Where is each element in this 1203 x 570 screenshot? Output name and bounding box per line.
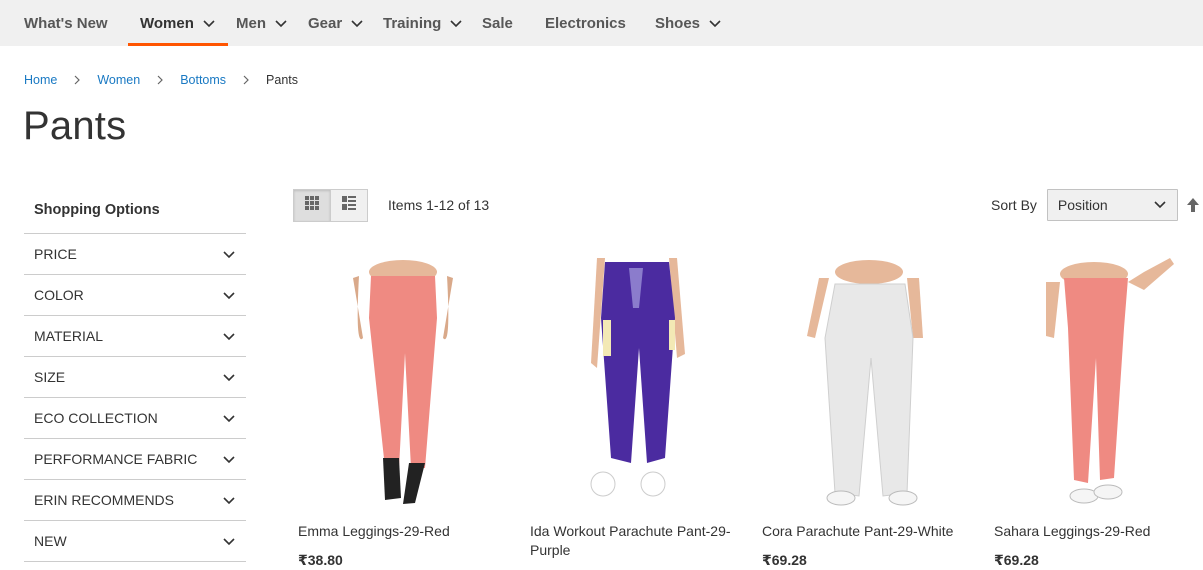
- filter-label: COLOR: [34, 287, 84, 303]
- nav-item-label: Women: [140, 14, 194, 32]
- product-image[interactable]: [525, 258, 749, 508]
- nav-item-whats-new[interactable]: What's New: [24, 0, 108, 46]
- sorter: Sort By Position: [991, 189, 1200, 221]
- product-name[interactable]: Sahara Leggings-29-Red: [994, 522, 1203, 541]
- chevron-down-icon: [449, 16, 463, 30]
- filter-erin-recommends[interactable]: ERIN RECOMMENDS: [24, 480, 246, 521]
- filter-label: PRICE: [34, 246, 77, 262]
- chevron-down-icon: [1153, 197, 1167, 214]
- filter-size[interactable]: SIZE: [24, 357, 246, 398]
- product-image[interactable]: [757, 258, 981, 508]
- chevron-down-icon: [222, 534, 236, 548]
- chevron-down-icon: [222, 247, 236, 261]
- nav-item-women[interactable]: Women: [128, 0, 228, 46]
- chevron-down-icon: [202, 16, 216, 30]
- product-image[interactable]: [293, 258, 517, 508]
- chevron-down-icon: [350, 16, 364, 30]
- filter-label: SIZE: [34, 369, 66, 385]
- sort-direction-arrow-up-icon[interactable]: [1186, 197, 1200, 213]
- top-navigation: What's New Women Men Gear Training Sale …: [0, 0, 1203, 46]
- chevron-right-icon: [242, 74, 250, 86]
- product-name[interactable]: Emma Leggings-29-Red: [298, 522, 508, 541]
- product-name[interactable]: Cora Parachute Pant-29-White: [762, 522, 972, 541]
- chevron-down-icon: [222, 493, 236, 507]
- product-item[interactable]: Emma Leggings-29-Red ₹38.80: [293, 258, 517, 568]
- chevron-right-icon: [156, 74, 164, 86]
- chevron-down-icon: [274, 16, 288, 30]
- nav-item-men[interactable]: Men: [236, 0, 288, 46]
- nav-item-label: Sale: [482, 14, 513, 32]
- chevron-down-icon: [222, 329, 236, 343]
- filter-new[interactable]: NEW: [24, 521, 246, 562]
- filter-material[interactable]: MATERIAL: [24, 316, 246, 357]
- breadcrumb: Home Women Bottoms Pants: [24, 73, 298, 87]
- filter-label: NEW: [34, 533, 67, 549]
- chevron-down-icon: [222, 288, 236, 302]
- product-item[interactable]: Sahara Leggings-29-Red ₹69.28: [989, 258, 1203, 568]
- product-item[interactable]: Cora Parachute Pant-29-White ₹69.28: [757, 258, 981, 568]
- nav-item-label: What's New: [24, 14, 108, 32]
- filter-eco-collection[interactable]: ECO COLLECTION: [24, 398, 246, 439]
- nav-item-sale[interactable]: Sale: [482, 0, 513, 46]
- shopping-options-title: Shopping Options: [24, 187, 246, 234]
- shopping-options-sidebar: Shopping Options PRICE COLOR MATERIAL SI…: [24, 187, 246, 562]
- breadcrumb-bottoms[interactable]: Bottoms: [180, 73, 226, 87]
- nav-item-label: Shoes: [655, 14, 701, 32]
- grid-icon: [304, 195, 320, 216]
- breadcrumb-women[interactable]: Women: [97, 73, 140, 87]
- nav-item-training[interactable]: Training: [383, 0, 463, 46]
- sort-by-select[interactable]: Position: [1046, 189, 1178, 221]
- chevron-down-icon: [222, 411, 236, 425]
- grid-view-button[interactable]: [293, 189, 331, 222]
- sort-label: Sort By: [991, 197, 1037, 213]
- sort-value: Position: [1057, 197, 1108, 213]
- filter-performance-fabric[interactable]: PERFORMANCE FABRIC: [24, 439, 246, 480]
- filter-label: ECO COLLECTION: [34, 410, 158, 426]
- filter-price[interactable]: PRICE: [24, 234, 246, 275]
- view-mode-switcher: [293, 189, 368, 222]
- filter-color[interactable]: COLOR: [24, 275, 246, 316]
- nav-item-gear[interactable]: Gear: [308, 0, 364, 46]
- breadcrumb-home[interactable]: Home: [24, 73, 57, 87]
- list-icon: [341, 195, 357, 216]
- product-price: ₹38.80: [298, 552, 343, 568]
- chevron-down-icon: [222, 370, 236, 384]
- product-name[interactable]: Ida Workout Parachute Pant-29-Purple: [530, 522, 740, 560]
- filter-label: ERIN RECOMMENDS: [34, 492, 175, 508]
- chevron-down-icon: [708, 16, 722, 30]
- product-item[interactable]: Ida Workout Parachute Pant-29-Purple: [525, 258, 749, 558]
- nav-item-label: Training: [383, 14, 442, 32]
- breadcrumb-current: Pants: [266, 73, 299, 87]
- filter-label: MATERIAL: [34, 328, 103, 344]
- product-image[interactable]: [989, 258, 1203, 508]
- list-view-button[interactable]: [330, 189, 368, 222]
- items-count: Items 1-12 of 13: [388, 197, 490, 213]
- nav-item-label: Electronics: [545, 14, 626, 32]
- nav-item-electronics[interactable]: Electronics: [545, 0, 626, 46]
- chevron-down-icon: [222, 452, 236, 466]
- page-title: Pants: [23, 104, 127, 148]
- nav-item-shoes[interactable]: Shoes: [655, 0, 722, 46]
- chevron-right-icon: [73, 74, 81, 86]
- product-price: ₹69.28: [994, 552, 1039, 568]
- filter-label: PERFORMANCE FABRIC: [34, 451, 198, 467]
- nav-item-label: Men: [236, 14, 266, 32]
- nav-item-label: Gear: [308, 14, 343, 32]
- product-price: ₹69.28: [762, 552, 807, 568]
